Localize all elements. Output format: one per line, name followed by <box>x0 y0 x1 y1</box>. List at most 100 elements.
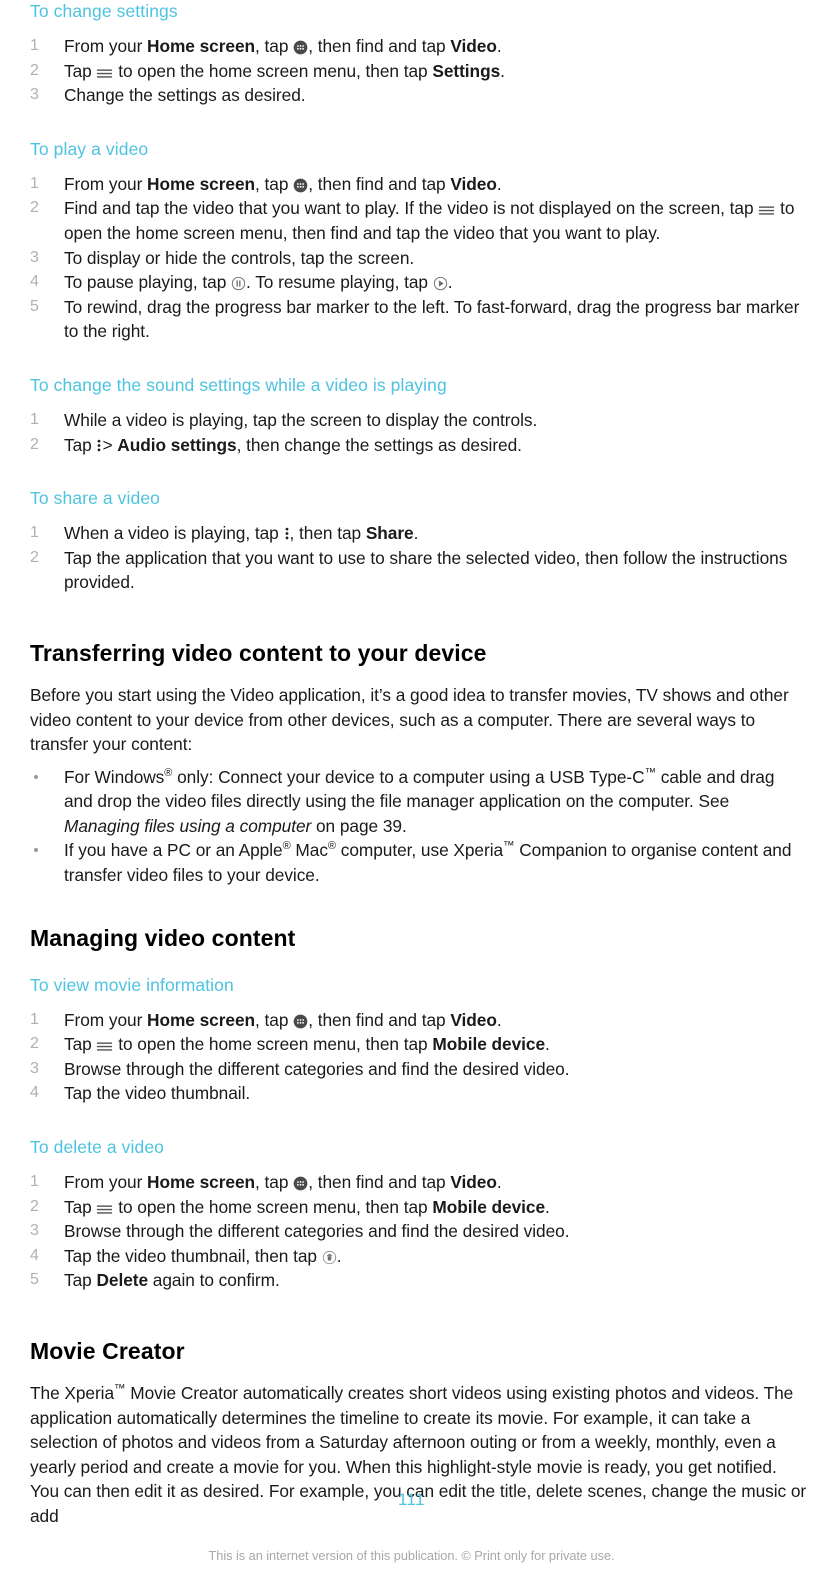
step-bold-video: Video <box>450 36 497 56</box>
list-item: Tap the video thumbnail. <box>30 1081 251 1105</box>
step-text-pre: From your <box>64 1009 148 1030</box>
play-circle-icon <box>433 276 448 291</box>
step-text-post: . <box>496 1172 502 1193</box>
step-text-pre: Tap <box>64 1196 97 1217</box>
step-text-mid: > <box>102 434 118 455</box>
step-bold-video: Video <box>450 173 497 194</box>
step-text-mid2: , then find and tap <box>308 1172 451 1193</box>
step-text-mid: , tap <box>255 1172 294 1193</box>
page-number: 111 <box>397 1490 426 1509</box>
bullet-text-1: If you have a PC or an Apple <box>64 840 283 861</box>
registered-mark: ® <box>282 840 291 853</box>
trademark-mark: ™ <box>644 766 657 779</box>
app-drawer-icon <box>293 1014 308 1029</box>
list-item: To display or hide the controls, tap the… <box>30 246 415 270</box>
step-text-post: . <box>545 1034 550 1055</box>
step-bold-video: Video <box>450 1009 497 1030</box>
step-text-post: . <box>413 523 419 544</box>
trash-circle-icon <box>322 1250 337 1265</box>
list-item: Tap Delete again to confirm. <box>30 1268 807 1293</box>
step-text-mid2: , then find and tap <box>308 36 451 56</box>
step-text-mid: to open the home screen menu, then tap <box>113 60 433 81</box>
step-text-pre: Tap <box>64 1270 97 1291</box>
step-text-pre: From your <box>64 173 148 194</box>
step-text-post: . <box>447 272 453 293</box>
list-item: From your Home screen, tap , then find a… <box>30 1170 807 1195</box>
pause-circle-icon <box>231 276 246 291</box>
step-text-pre: To pause playing, tap <box>64 272 232 293</box>
step-text-post: . <box>545 1196 550 1217</box>
step-bold-home-screen: Home screen <box>147 1009 256 1030</box>
heading-to-share-a-video: To share a video <box>30 488 161 509</box>
step-text-pre: Tap the video thumbnail, then tap <box>64 1245 322 1266</box>
cross-reference-title: Managing files using a computer <box>64 815 312 836</box>
step-bold-home-screen: Home screen <box>147 36 256 56</box>
step-bold-mobile-device: Mobile device <box>432 1196 546 1217</box>
list-item: To rewind, drag the progress bar marker … <box>30 295 800 342</box>
list-item: To pause playing, tap . To resume playin… <box>30 270 807 295</box>
trademark-mark: ™ <box>503 840 515 853</box>
steps-sound-settings: While a video is playing, tap the screen… <box>30 408 807 457</box>
hamburger-menu-icon <box>758 204 775 217</box>
footer-copyright-note: This is an internet version of this publ… <box>208 1548 615 1563</box>
list-item: From your Home screen, tap , then find a… <box>30 1008 807 1033</box>
list-item: Browse through the different categories … <box>30 1057 570 1081</box>
step-text-pre: From your <box>64 1172 148 1193</box>
document-page: To change settings From your Home screen… <box>0 0 823 1590</box>
heading-to-change-settings: To change settings <box>30 1 178 21</box>
step-text-mid: . To resume playing, tap <box>246 272 433 293</box>
heading-view-movie-information: To view movie information <box>30 974 234 995</box>
step-text-mid2: , then find and tap <box>308 173 451 194</box>
steps-change-settings: From your Home screen, tap , then find a… <box>30 34 807 108</box>
list-item: If you have a PC or an Apple® Mac® compu… <box>30 838 807 887</box>
list-item: Tap the video thumbnail, then tap . <box>30 1244 807 1269</box>
hamburger-menu-icon <box>96 1040 113 1053</box>
list-item: Tap to open the home screen menu, then t… <box>30 1195 807 1220</box>
paragraph-transferring-intro: Before you start using the Video applica… <box>30 684 789 755</box>
heading-to-play-a-video: To play a video <box>30 138 149 159</box>
step-text-post: , then change the settings as desired. <box>236 434 522 455</box>
bullet-text-1: For Windows <box>64 766 165 787</box>
list-item: Tap to open the home screen menu, then t… <box>30 59 807 84</box>
step-bold-home-screen: Home screen <box>147 1172 256 1193</box>
step-text-post: . <box>496 36 502 56</box>
step-bold-audio-settings: Audio settings <box>117 434 237 455</box>
step-text-post: again to confirm. <box>148 1270 280 1291</box>
bullet-text-3: computer, use Xperia <box>335 840 504 861</box>
list-item: Change the settings as desired. <box>30 83 306 107</box>
list-item: Tap to open the home screen menu, then t… <box>30 1032 807 1057</box>
bullet-text-2: Mac <box>290 840 328 861</box>
hamburger-menu-icon <box>96 1203 113 1216</box>
list-item: When a video is playing, tap , then tap … <box>30 521 807 546</box>
list-item: From your Home screen, tap , then find a… <box>30 34 807 59</box>
steps-view-movie-information: From your Home screen, tap , then find a… <box>30 1008 807 1106</box>
step-text-mid2: , then find and tap <box>308 1009 451 1030</box>
step-text-mid: , then tap <box>289 523 366 544</box>
list-item: Find and tap the video that you want to … <box>30 196 807 245</box>
bullets-transfer-methods: For Windows ® only: Connect your device t… <box>30 765 807 888</box>
app-drawer-icon <box>293 40 308 55</box>
heading-transferring-video-content: Transferring video content to your devic… <box>30 639 487 666</box>
app-drawer-icon <box>293 178 308 193</box>
paragraph-text-pre: The Xperia <box>30 1383 115 1403</box>
hamburger-menu-icon <box>96 67 113 80</box>
step-text-pre: Tap <box>64 1034 97 1055</box>
bullet-text-4: on page 39. <box>311 815 407 836</box>
step-text-post: . <box>500 60 505 81</box>
step-bold-home-screen: Home screen <box>147 173 256 194</box>
step-bold-share: Share <box>365 523 414 544</box>
step-text-pre: Tap <box>64 60 97 81</box>
step-bold-mobile-device: Mobile device <box>432 1034 546 1055</box>
list-item: Tap the application that you want to use… <box>30 546 788 593</box>
step-bold-video: Video <box>450 1172 497 1193</box>
step-text-post: . <box>496 1009 502 1030</box>
heading-sound-settings: To change the sound settings while a vid… <box>30 374 447 395</box>
list-item: From your Home screen, tap , then find a… <box>30 172 807 197</box>
list-item: For Windows® only: Connect your device t… <box>30 765 807 839</box>
step-text-mid: , tap <box>255 173 294 194</box>
steps-play-video: From your Home screen, tap , then find a… <box>30 172 807 344</box>
list-item: While a video is playing, tap the screen… <box>30 408 538 432</box>
step-text-pre: When a video is playing, tap <box>64 523 284 544</box>
steps-share-video: When a video is playing, tap , then tap … <box>30 521 807 595</box>
step-text-mid: , tap <box>255 1009 294 1030</box>
